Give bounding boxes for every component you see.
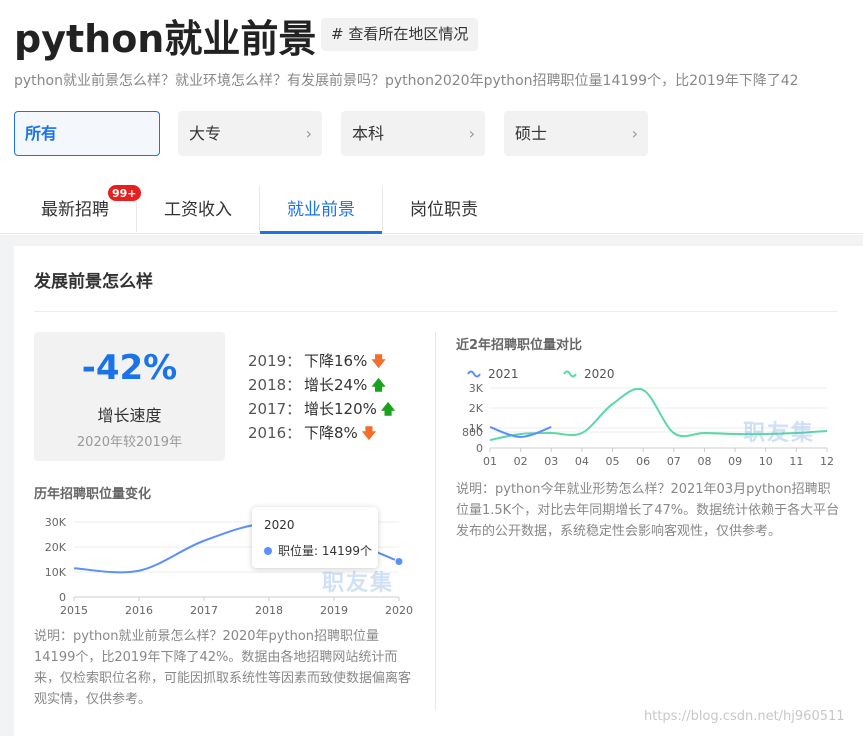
y-tick-label: 20K [45, 541, 67, 554]
edu-filter-bachelor[interactable]: 本科 › [341, 111, 485, 156]
growth-rate-card: -42% 增长速度 2020年较2019年 [34, 332, 225, 461]
year-label: 2016： [248, 424, 302, 442]
edu-filter-label: 所有 [25, 124, 58, 143]
arrow-down-icon: 🡇 [371, 354, 386, 370]
edu-filter-all[interactable]: 所有 [14, 111, 160, 156]
y-tick-label: 0 [476, 442, 483, 455]
series-dot-icon [264, 547, 272, 555]
x-tick-label: 09 [728, 455, 742, 468]
x-tick-label: 2018 [255, 604, 283, 617]
growth-rate-label: 增长速度 [97, 406, 162, 425]
year-label: 2017： [248, 400, 302, 418]
area-tag-button[interactable]: # 查看所在地区情况 [321, 18, 479, 51]
x-tick-label: 12 [820, 455, 834, 468]
tab-divider [259, 186, 260, 232]
x-tick-label: 2015 [60, 604, 88, 617]
x-tick-label: 08 [697, 455, 711, 468]
edu-filter-label: 硕士 [515, 124, 548, 143]
notification-badge: 99+ [107, 184, 142, 202]
year-label: 2019： [248, 352, 302, 370]
y-tick-label: 10K [45, 566, 67, 579]
x-tick-label: 05 [606, 455, 620, 468]
edu-filter-label: 本科 [352, 124, 385, 143]
arrow-up-icon: 🡅 [371, 378, 386, 394]
y-tick-label: 30K [45, 516, 67, 529]
tab-job-duties[interactable]: 岗位职责 [383, 186, 505, 234]
year-change-row: 2016： 下降8% 🡇 [248, 422, 376, 447]
year-change-row: 2019： 下降16% 🡇 [248, 350, 386, 375]
year-change-row: 2018： 增长24% 🡅 [248, 374, 386, 399]
arrow-down-icon: 🡇 [361, 426, 377, 442]
tab-employment-outlook[interactable]: 就业前景 [260, 186, 382, 234]
tab-salary[interactable]: 工资收入 [137, 186, 259, 234]
x-tick-label: 2020 [385, 604, 413, 617]
growth-rate-value: -42% [81, 348, 178, 388]
change-value: 下降16% [304, 352, 368, 370]
y-tick-label: 2K [469, 402, 484, 415]
x-tick-label: 2019 [320, 604, 348, 617]
x-tick-label: 04 [575, 455, 589, 468]
edu-filter-master[interactable]: 硕士 › [504, 111, 648, 156]
x-tick-label: 2016 [125, 604, 153, 617]
arrow-up-icon: 🡅 [380, 402, 396, 418]
site-watermark: 职友集 [743, 421, 816, 446]
site-watermark: 职友集 [322, 571, 395, 596]
csdn-watermark: https://blog.csdn.net/hj960511 [644, 709, 845, 724]
tooltip-row: 职位量: 14199个 [264, 542, 372, 559]
legend-label: 2020 [584, 367, 615, 381]
x-tick-label: 01 [483, 455, 497, 468]
page-title: python就业前景 [14, 17, 317, 61]
chevron-right-icon: › [468, 124, 475, 143]
x-tick-label: 03 [544, 455, 558, 468]
page-subtitle: python就业前景怎么样？就业环境怎么样？有发展前景吗？python2020年… [14, 73, 799, 89]
legend-line-icon [563, 370, 577, 378]
edu-filter-label: 大专 [189, 124, 222, 143]
growth-rate-subtitle: 2020年较2019年 [76, 435, 183, 450]
tooltip-value: 职位量: 14199个 [278, 544, 373, 558]
column-divider [435, 332, 436, 710]
edu-filter-junior-college[interactable]: 大专 › [178, 111, 322, 156]
x-tick-label: 2017 [190, 604, 218, 617]
x-tick-label: 02 [514, 455, 528, 468]
tooltip-title: 2020 [264, 518, 295, 532]
change-value: 增长120% [304, 400, 377, 418]
change-value: 下降8% [304, 424, 358, 442]
chart-tooltip: 2020 职位量: 14199个 [252, 507, 378, 568]
year-label: 2018： [248, 376, 302, 394]
legend-label: 2021 [488, 367, 519, 381]
tab-divider [382, 186, 383, 232]
x-tick-label: 11 [789, 455, 803, 468]
right-chart-note: 说明：python今年就业形势怎么样？2021年03月python招聘职位量1.… [456, 482, 840, 539]
x-tick-label: 06 [636, 455, 650, 468]
y-tick-label: 3K [469, 382, 484, 395]
section-divider [34, 311, 837, 312]
change-value: 增长24% [304, 376, 368, 394]
x-tick-label: 10 [759, 455, 773, 468]
left-chart-note: 说明：python就业前景怎么样？2020年python招聘职位量14199个，… [34, 629, 412, 707]
year-change-row: 2017： 增长120% 🡅 [248, 398, 395, 423]
section-title: 发展前景怎么样 [34, 272, 153, 292]
chevron-right-icon: › [631, 124, 638, 143]
right-chart-title: 近2年招聘职位量对比 [456, 338, 583, 353]
y-tick-label: 0 [59, 591, 66, 604]
y-tick-label: 1K [469, 422, 484, 435]
chevron-right-icon: › [305, 124, 312, 143]
data-point [394, 557, 404, 567]
x-tick-label: 07 [667, 455, 681, 468]
legend-line-icon [467, 370, 481, 378]
